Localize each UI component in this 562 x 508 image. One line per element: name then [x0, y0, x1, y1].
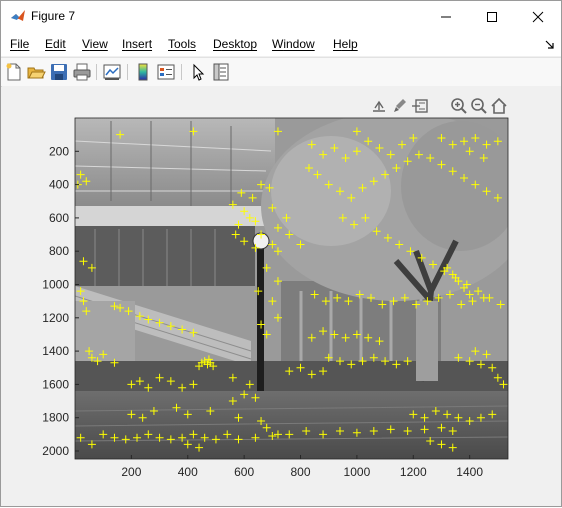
- x-tick-label: 1400: [456, 465, 483, 479]
- x-tick-label: 800: [291, 465, 311, 479]
- x-tick-label: 600: [234, 465, 254, 479]
- y-tick-label: 800: [49, 244, 69, 258]
- y-axis: 200 400 600 800 1000 1200 1400 1600 1800 2000: [42, 144, 79, 458]
- y-tick-label: 1400: [42, 344, 69, 358]
- image-axes[interactable]: 200 400 600 800 1000 1200 1400 200 400 600 800 100…: [1, 1, 562, 508]
- x-tick-label: 1200: [400, 465, 427, 479]
- y-tick-label: 2000: [42, 444, 69, 458]
- x-tick-label: 200: [121, 465, 141, 479]
- x-tick-label: 1000: [344, 465, 371, 479]
- y-tick-label: 400: [49, 178, 69, 192]
- y-tick-label: 1800: [42, 411, 69, 425]
- background-photo: [75, 118, 508, 459]
- y-tick-label: 1200: [42, 311, 69, 325]
- y-tick-label: 200: [49, 144, 69, 158]
- y-tick-label: 1600: [42, 377, 69, 391]
- y-tick-label: 1000: [42, 278, 69, 292]
- figure-window: Figure 7 File Edit View Insert Tools Des…: [0, 0, 562, 507]
- y-tick-label: 600: [49, 211, 69, 225]
- x-tick-label: 400: [178, 465, 198, 479]
